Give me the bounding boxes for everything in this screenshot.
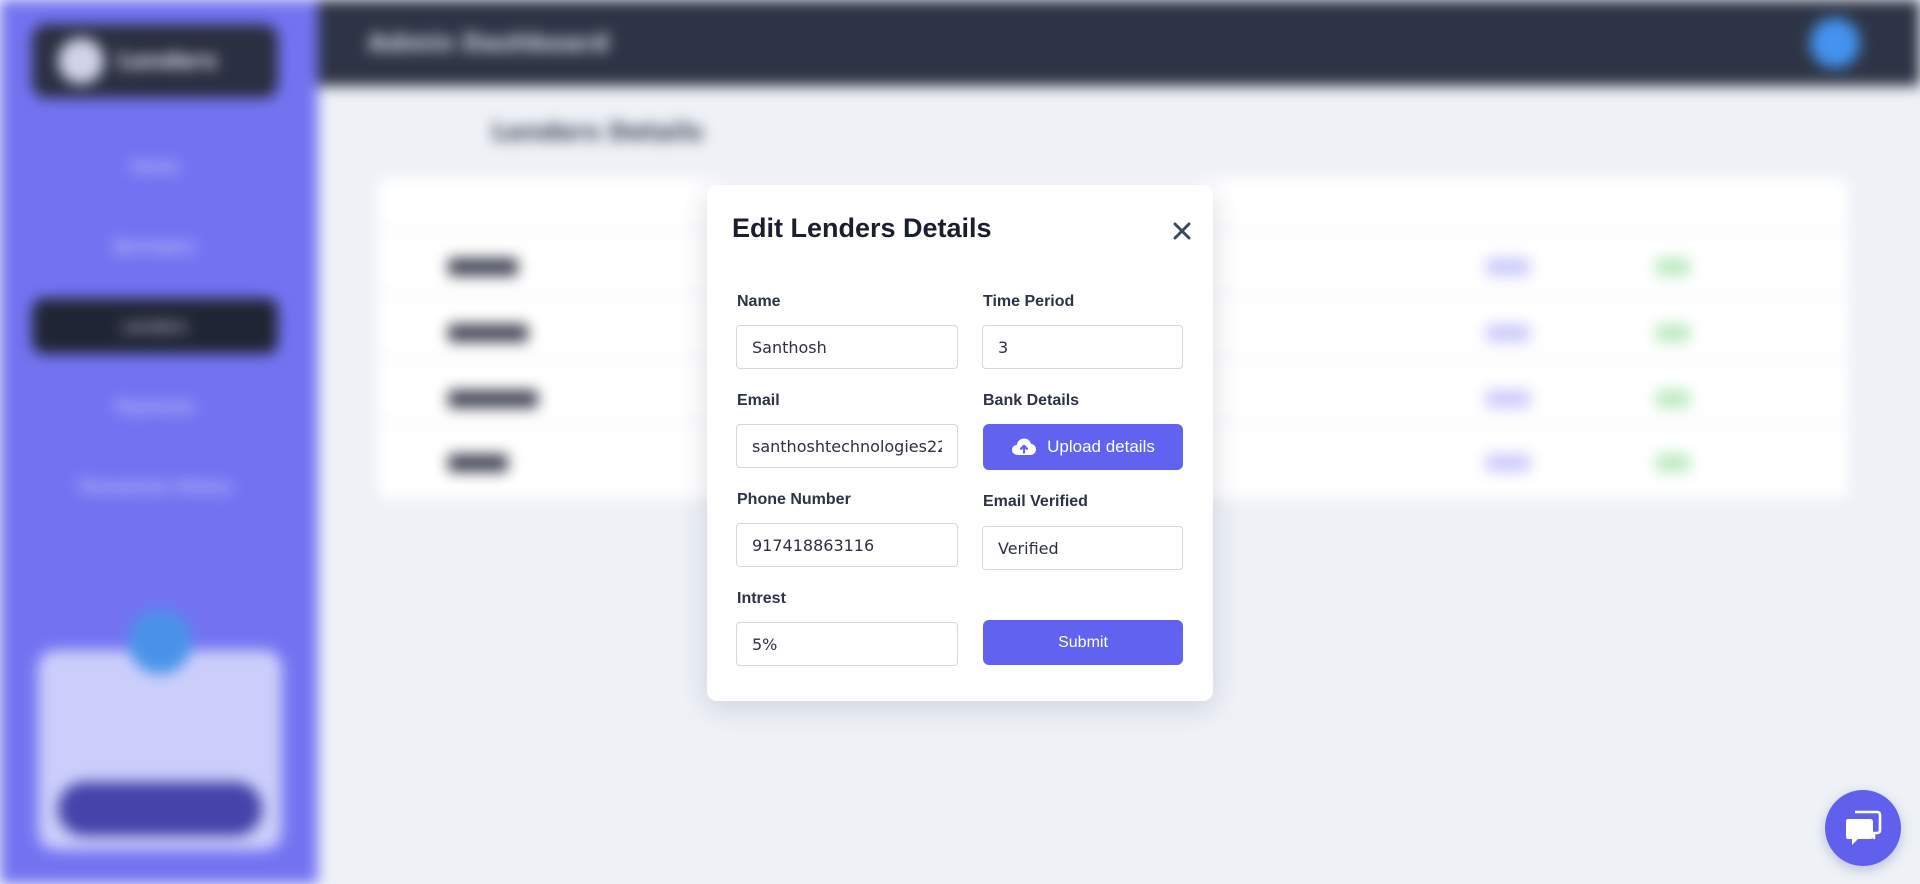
name-input[interactable] [736, 325, 958, 369]
name-label: Name [737, 293, 781, 310]
time-period-label: Time Period [983, 293, 1075, 310]
cloud-upload-icon [1012, 438, 1037, 455]
upload-details-label: Upload details [1047, 437, 1155, 456]
time-period-input[interactable] [982, 325, 1183, 369]
interest-label: Intrest [737, 590, 786, 607]
modal-title: Edit Lenders Details [732, 213, 992, 243]
chat-bubble-icon [1846, 810, 1882, 845]
close-icon [1173, 222, 1191, 240]
submit-button[interactable]: Submit [983, 620, 1183, 665]
edit-lender-modal: Edit Lenders Details Name Time Period Em… [707, 185, 1213, 701]
email-input[interactable] [736, 424, 958, 468]
upload-details-button[interactable]: Upload details [983, 424, 1183, 470]
phone-input[interactable] [736, 523, 958, 567]
bank-details-label: Bank Details [983, 392, 1080, 409]
close-button[interactable] [1169, 218, 1195, 244]
email-verified-label: Email Verified [983, 493, 1088, 510]
email-label: Email [737, 392, 780, 409]
email-verified-input[interactable] [982, 526, 1183, 570]
phone-label: Phone Number [737, 491, 851, 508]
chat-widget-button[interactable] [1825, 790, 1901, 866]
interest-input[interactable] [736, 622, 958, 666]
